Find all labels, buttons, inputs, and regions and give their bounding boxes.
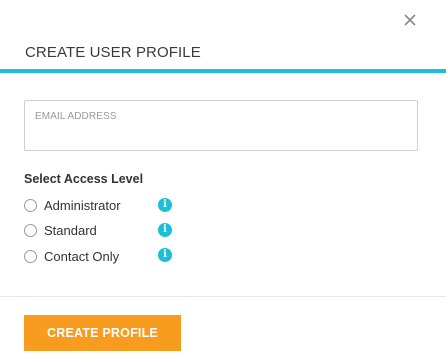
contact-only-radio[interactable] bbox=[24, 249, 37, 263]
footer-divider bbox=[0, 296, 446, 297]
access-option-standard[interactable]: Standard bbox=[24, 221, 97, 239]
administrator-label: Administrator bbox=[44, 197, 121, 213]
email-field[interactable]: EMAIL ADDRESS bbox=[24, 100, 418, 151]
access-level-heading: Select Access Level bbox=[24, 172, 144, 186]
close-icon[interactable] bbox=[402, 12, 418, 28]
create-user-profile-dialog: CREATE USER PROFILE EMAIL ADDRESS Select… bbox=[0, 0, 446, 364]
contact-only-info-icon[interactable]: i bbox=[158, 248, 172, 262]
create-profile-button[interactable]: CREATE PROFILE bbox=[24, 315, 181, 351]
dialog-title: CREATE USER PROFILE bbox=[25, 44, 201, 61]
standard-label: Standard bbox=[44, 222, 97, 238]
standard-radio[interactable] bbox=[24, 223, 37, 237]
email-input[interactable] bbox=[34, 125, 408, 145]
administrator-info-icon[interactable]: i bbox=[158, 198, 172, 212]
access-option-administrator[interactable]: Administrator bbox=[24, 196, 121, 214]
standard-info-icon[interactable]: i bbox=[158, 223, 172, 237]
administrator-radio[interactable] bbox=[24, 198, 37, 212]
title-accent-divider bbox=[0, 69, 446, 73]
access-option-contact-only[interactable]: Contact Only bbox=[24, 247, 119, 265]
email-field-label: EMAIL ADDRESS bbox=[35, 111, 117, 122]
contact-only-label: Contact Only bbox=[44, 248, 120, 264]
